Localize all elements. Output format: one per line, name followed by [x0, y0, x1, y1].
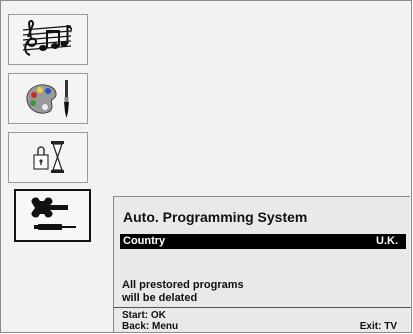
auto-programming-panel: Auto. Programming System Country U.K. Al…	[113, 196, 411, 332]
country-value: U.K.	[376, 235, 398, 247]
menu-item-sound[interactable]	[8, 14, 88, 65]
footer-divider	[114, 307, 411, 308]
wrench-screwdriver-icon	[31, 197, 76, 230]
back-hint: Back: Menu	[122, 321, 179, 332]
palette-brush-icon	[26, 80, 69, 118]
menu-item-picture[interactable]	[8, 73, 88, 124]
footer-hints: Start: OK Back: Menu	[122, 310, 178, 332]
warning-message: All prestored programs will be delated	[122, 279, 244, 305]
panel-title: Auto. Programming System	[123, 209, 308, 225]
country-label: Country	[123, 235, 166, 247]
lock-hourglass-icon	[33, 141, 64, 173]
warning-line-2: will be delated	[122, 292, 198, 304]
menu-item-setup[interactable]	[14, 189, 91, 242]
country-selector-row[interactable]: Country U.K.	[120, 234, 406, 249]
exit-hint: Exit: TV	[359, 321, 397, 332]
music-score-icon	[22, 19, 73, 56]
start-hint: Start: OK	[122, 310, 166, 321]
tv-menu-screen: Auto. Programming System Country U.K. Al…	[0, 0, 412, 333]
warning-line-1: All prestored programs	[122, 279, 244, 291]
menu-item-timer[interactable]	[8, 132, 88, 183]
